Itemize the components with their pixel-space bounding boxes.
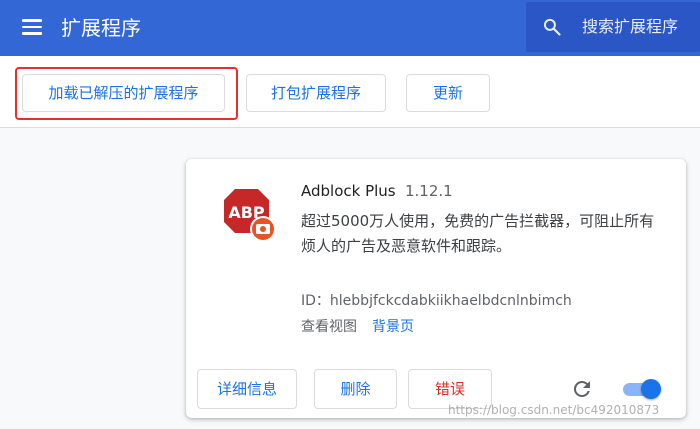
menu-icon[interactable] bbox=[22, 17, 44, 37]
extension-id-value: hlebbjfckcdabkiikhaelbdcnlnbimch bbox=[329, 293, 572, 309]
update-button[interactable]: 更新 bbox=[406, 74, 490, 112]
toggle-knob bbox=[641, 379, 661, 399]
extension-id: ID：hlebbjfckcdabkiikhaelbdcnlnbimch bbox=[301, 291, 572, 311]
pack-extension-button[interactable]: 打包扩展程序 bbox=[246, 74, 386, 112]
extension-id-label: ID： bbox=[301, 293, 330, 309]
inspect-views-label: 查看视图 bbox=[301, 319, 357, 335]
extension-description: 超过5000万人使用，免费的广告拦截器，可阻止所有烦人的广告及恶意软件和跟踪。 bbox=[301, 212, 655, 255]
watermark: https://blog.csdn.net/bc492010873 bbox=[448, 403, 660, 417]
enable-toggle[interactable] bbox=[621, 379, 661, 399]
extension-card: ABP Adblock Plus 1.12.1 超过5000万人使用，免费的广告… bbox=[186, 159, 686, 418]
app-header: 扩展程序 搜索扩展程序 bbox=[0, 0, 700, 56]
abp-icon: ABP bbox=[221, 186, 276, 242]
remove-button[interactable]: 删除 bbox=[314, 369, 397, 409]
search-input[interactable]: 搜索扩展程序 bbox=[526, 2, 700, 52]
background-page-link[interactable]: 背景页 bbox=[372, 317, 414, 337]
load-unpacked-button[interactable]: 加载已解压的扩展程序 bbox=[22, 74, 225, 112]
page-title: 扩展程序 bbox=[61, 16, 141, 40]
extension-version: 1.12.1 bbox=[405, 182, 453, 200]
details-button[interactable]: 详细信息 bbox=[197, 369, 297, 409]
search-placeholder: 搜索扩展程序 bbox=[582, 17, 679, 36]
search-icon bbox=[543, 18, 561, 36]
reload-icon[interactable] bbox=[570, 377, 594, 401]
extension-name: Adblock Plus bbox=[301, 182, 396, 200]
developer-toolbar: 加载已解压的扩展程序 打包扩展程序 更新 bbox=[0, 56, 700, 128]
